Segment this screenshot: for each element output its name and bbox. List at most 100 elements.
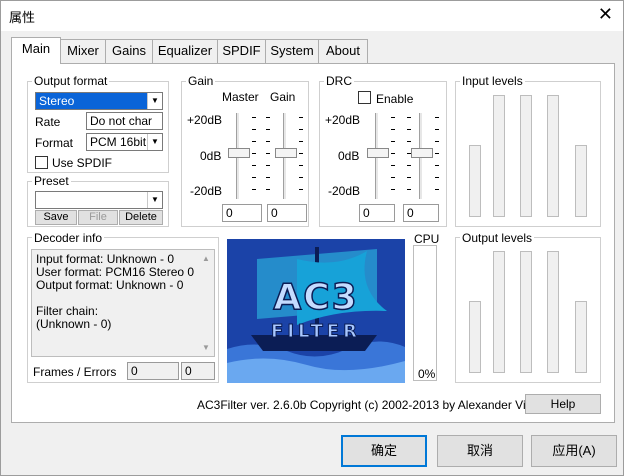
slider-tick: [299, 117, 303, 118]
use-spdif-checkbox[interactable]: [35, 156, 48, 169]
tab-mixer[interactable]: Mixer: [60, 39, 106, 63]
slider-tick: [391, 177, 395, 178]
slider-tick: [391, 117, 395, 118]
cpu-value: 0%: [418, 367, 436, 381]
slider-tick: [391, 153, 395, 154]
svg-text:AC3: AC3: [273, 277, 358, 318]
slider-tick: [299, 141, 303, 142]
slider-tick: [435, 177, 439, 178]
decoder-info-scrollbar[interactable]: ▲ ▼: [198, 250, 214, 356]
master-slider-thumb[interactable]: [228, 148, 250, 158]
master-value-field[interactable]: 0: [222, 204, 262, 222]
decoder-info-text: Input format: Unknown - 0 User format: P…: [31, 249, 215, 357]
chevron-down-icon: ▼: [147, 93, 162, 109]
scroll-up-icon[interactable]: ▲: [202, 252, 210, 265]
help-button-label: Help: [550, 397, 576, 411]
ship-logo-icon: AC3 FILTER: [227, 239, 405, 383]
drc-value2-field[interactable]: 0: [403, 204, 439, 222]
frames-value: 0: [131, 364, 138, 378]
tab-spdif[interactable]: SPDIF: [217, 39, 266, 63]
output-level-meter-1: [469, 301, 481, 373]
gain-label: Gain: [270, 90, 296, 104]
tab-about[interactable]: About: [318, 39, 368, 63]
output-mode-select[interactable]: Stereo ▼: [35, 92, 163, 110]
rate-select[interactable]: Do not char: [86, 112, 163, 130]
gain-slider-thumb[interactable]: [275, 148, 297, 158]
tab-gains[interactable]: Gains: [105, 39, 153, 63]
scroll-down-icon[interactable]: ▼: [202, 341, 210, 354]
rate-value: Do not char: [90, 114, 153, 128]
output-format-label: Output format: [32, 74, 110, 88]
rate-label: Rate: [35, 115, 61, 129]
drc-slider1-thumb[interactable]: [367, 148, 389, 158]
format-select[interactable]: PCM 16bit ▼: [86, 133, 163, 151]
file-button[interactable]: File: [78, 210, 118, 225]
gain-group-label: Gain: [186, 74, 216, 88]
output-mode-value: Stereo: [39, 94, 75, 108]
apply-button[interactable]: 应用(A): [531, 435, 617, 467]
slider-tick: [252, 177, 256, 178]
apply-button-label: 应用(A): [552, 443, 596, 458]
window-title: 属性: [9, 10, 36, 25]
preset-select[interactable]: ▼: [35, 191, 163, 209]
slider-tick: [391, 129, 395, 130]
ok-button-label: 确定: [370, 443, 397, 458]
slider-tick: [407, 153, 411, 154]
input-level-meter-3: [520, 95, 532, 217]
slider-tick: [299, 153, 303, 154]
cpu-meter: [413, 245, 437, 381]
slider-tick: [266, 117, 270, 118]
gain-scale-top: +20dB: [187, 113, 223, 127]
ok-button[interactable]: 确定: [341, 435, 427, 467]
slider-tick: [299, 129, 303, 130]
slider-tick: [391, 189, 395, 190]
decoder-info-line: (Unknown - 0): [36, 317, 112, 331]
delete-button-label: Delete: [125, 211, 157, 223]
drc-scale-bottom: -20dB: [328, 184, 361, 198]
copyright-text: AC3Filter ver. 2.6.0b Copyright (c) 2002…: [197, 398, 563, 412]
slider-tick: [299, 165, 303, 166]
svg-text:FILTER: FILTER: [271, 321, 361, 342]
master-label: Master: [222, 90, 259, 104]
slider-tick: [266, 129, 270, 130]
gain-value-field[interactable]: 0: [267, 204, 307, 222]
close-icon[interactable]: ✕: [598, 4, 613, 25]
save-button[interactable]: Save: [35, 210, 77, 225]
errors-value: 0: [185, 364, 192, 378]
slider-tick: [299, 177, 303, 178]
drc-enable-checkbox[interactable]: [358, 91, 371, 104]
drc-scale-top: +20dB: [325, 113, 361, 127]
slider-tick: [391, 165, 395, 166]
drc-slider2-thumb[interactable]: [411, 148, 433, 158]
tab-equalizer[interactable]: Equalizer: [152, 39, 218, 63]
format-value: PCM 16bit: [90, 135, 147, 149]
gain-scale-mid: 0dB: [200, 149, 222, 163]
slider-tick: [407, 141, 411, 142]
slider-tick: [435, 129, 439, 130]
slider-tick: [407, 165, 411, 166]
drc-value1: 0: [363, 206, 370, 220]
tab-system[interactable]: System: [265, 39, 319, 63]
slider-tick: [435, 165, 439, 166]
slider-tick: [407, 117, 411, 118]
slider-tick: [252, 117, 256, 118]
cpu-label: CPU: [414, 232, 440, 246]
slider-tick: [407, 189, 411, 190]
tab-main[interactable]: Main: [11, 37, 61, 64]
slider-tick: [266, 153, 270, 154]
slider-tick: [435, 141, 439, 142]
help-button[interactable]: Help: [525, 394, 601, 414]
input-level-meter-5: [575, 145, 587, 217]
drc-value1-field[interactable]: 0: [359, 204, 395, 222]
slider-tick: [252, 165, 256, 166]
delete-button[interactable]: Delete: [119, 210, 163, 225]
tab-gains-label: Gains: [112, 43, 146, 58]
input-level-meter-4: [547, 95, 559, 217]
slider-tick: [252, 189, 256, 190]
drc-scale-mid: 0dB: [338, 149, 360, 163]
ac3filter-logo: AC3 FILTER: [227, 239, 405, 383]
slider-tick: [299, 189, 303, 190]
format-label: Format: [35, 136, 74, 150]
cancel-button[interactable]: 取消: [437, 435, 523, 467]
title-bar: 属性 ✕: [1, 1, 623, 31]
